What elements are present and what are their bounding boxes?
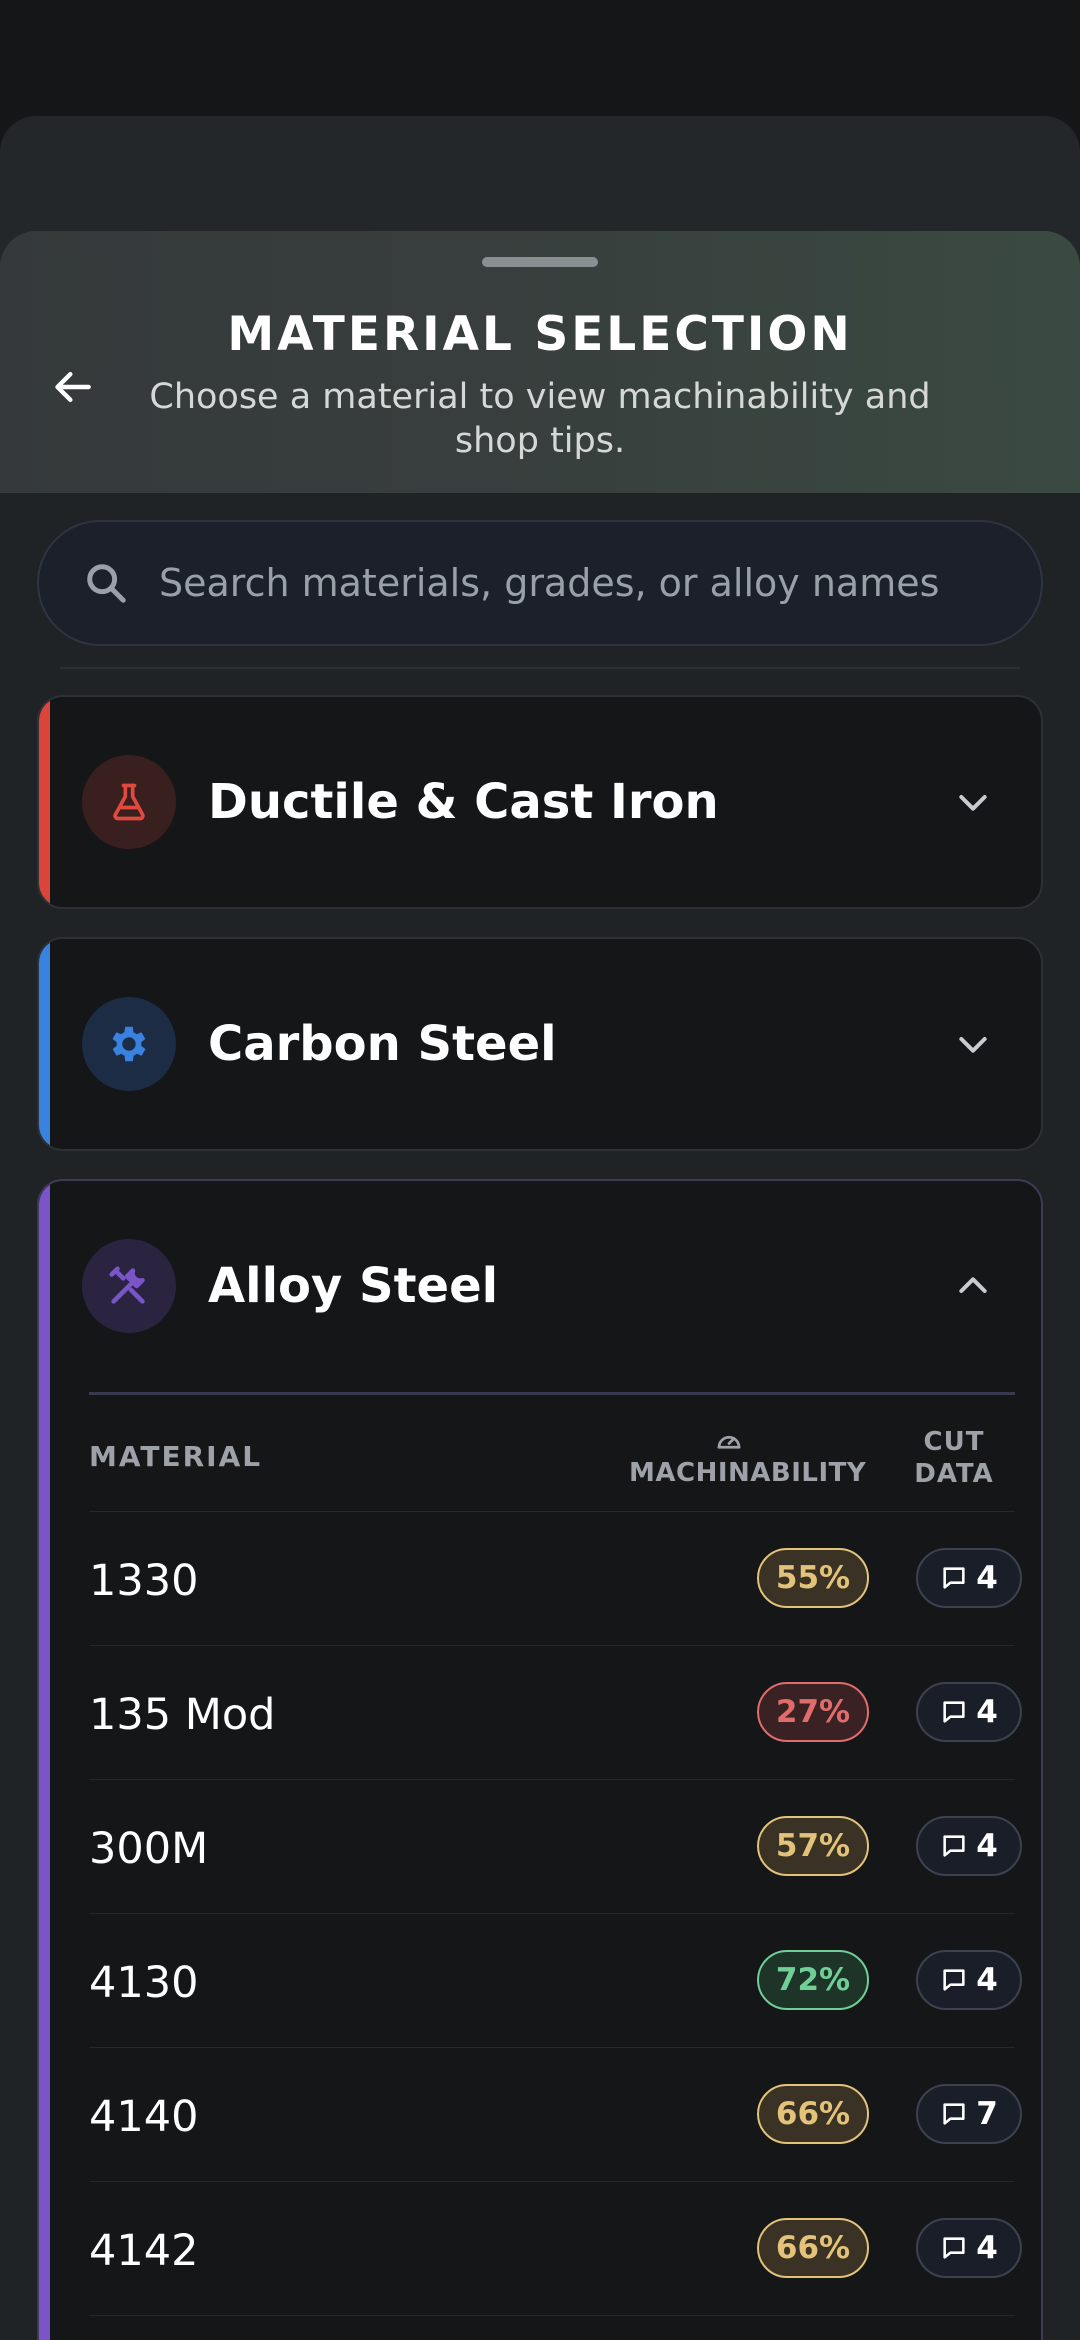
category-title: Alloy Steel [208,1258,499,1314]
column-header-machinability[interactable]: MACHINABILITY [629,1426,866,1488]
category-header[interactable]: Carbon Steel [39,939,1041,1149]
machinability-badge: 72% [757,1950,869,2010]
search-icon [87,564,126,603]
category-header[interactable]: Alloy Steel [39,1181,1041,1391]
tools-icon [82,1239,176,1333]
category-carbon-steel[interactable]: Carbon Steel [37,937,1043,1151]
machinability-badge: 57% [757,1816,869,1876]
table-header: MATERIAL MACHINABILITY CUT DATA [89,1396,1015,1512]
machinability-badge: 66% [757,2218,869,2278]
cut-data-button[interactable]: 4 [916,1950,1022,2010]
page-title: MATERIAL SELECTION [227,307,853,362]
comment-icon [943,2237,965,2259]
comment-icon [943,1567,965,1589]
cut-data-button[interactable]: 7 [916,2084,1022,2144]
category-title: Ductile & Cast Iron [208,774,719,830]
column-header-machinability-label: MACHINABILITY [629,1458,867,1488]
divider [89,1392,1015,1395]
chevron-down-icon[interactable] [943,1014,1003,1074]
table-row[interactable]: 4142 66% 4 [89,2182,1022,2316]
comment-icon [943,1835,965,1857]
table-row[interactable]: 4140 66% 7 [89,2048,1022,2182]
cut-data-button[interactable]: 4 [916,2218,1022,2278]
arrow-left-icon [55,371,91,403]
drag-handle[interactable] [482,257,598,267]
column-header-cut-data: CUT DATA [914,1427,994,1489]
column-header-material: MATERIAL [89,1440,263,1473]
table-row[interactable]: 135 Mod 27% 4 [89,1646,1022,1780]
chevron-down-icon[interactable] [943,772,1003,832]
material-list: 1330 55% 4 135 Mod 27% 4 300M 57% 4 4130… [89,1512,1022,2316]
bottom-sheet: MATERIAL SELECTION Choose a material to … [0,231,1080,2340]
flask-icon [82,755,176,849]
machinability-badge: 27% [757,1682,869,1742]
material-name: 4142 [89,2226,199,2276]
gauge-icon [717,1435,741,1449]
cut-data-count: 4 [976,1694,998,1730]
material-name: 4130 [89,1958,199,2008]
comment-icon [943,2103,965,2125]
material-name: 1330 [89,1556,199,1606]
material-name: 300M [89,1824,209,1874]
material-name: 135 Mod [89,1690,276,1740]
machinability-badge: 66% [757,2084,869,2144]
cut-data-count: 4 [976,1828,998,1864]
cut-data-count: 7 [976,2096,998,2132]
search-input[interactable] [159,561,1041,605]
category-header[interactable]: Ductile & Cast Iron [39,697,1041,907]
category-ductile-cast-iron[interactable]: Ductile & Cast Iron [37,695,1043,909]
cut-data-count: 4 [976,1962,998,1998]
comment-icon [943,1969,965,1991]
cut-data-button[interactable]: 4 [916,1682,1022,1742]
cut-data-count: 4 [976,2230,998,2266]
divider [60,667,1020,669]
sheet-header: MATERIAL SELECTION Choose a material to … [0,231,1080,493]
material-name: 4140 [89,2092,199,2142]
cut-data-button[interactable]: 4 [916,1816,1022,1876]
search-bar[interactable] [37,520,1043,646]
table-row[interactable]: 1330 55% 4 [89,1512,1022,1646]
table-row[interactable]: 4130 72% 4 [89,1914,1022,2048]
comment-icon [943,1701,965,1723]
gear-icon [82,997,176,1091]
table-row[interactable]: 300M 57% 4 [89,1780,1022,1914]
chevron-up-icon[interactable] [943,1256,1003,1316]
cut-data-count: 4 [976,1560,998,1596]
page-subtitle: Choose a material to view machinability … [149,377,931,461]
category-alloy-steel[interactable]: Alloy Steel MATERIAL MACHINABILITY CUT D… [37,1179,1043,2340]
machinability-badge: 55% [757,1548,869,1608]
category-title: Carbon Steel [208,1016,557,1072]
cut-data-button[interactable]: 4 [916,1548,1022,1608]
